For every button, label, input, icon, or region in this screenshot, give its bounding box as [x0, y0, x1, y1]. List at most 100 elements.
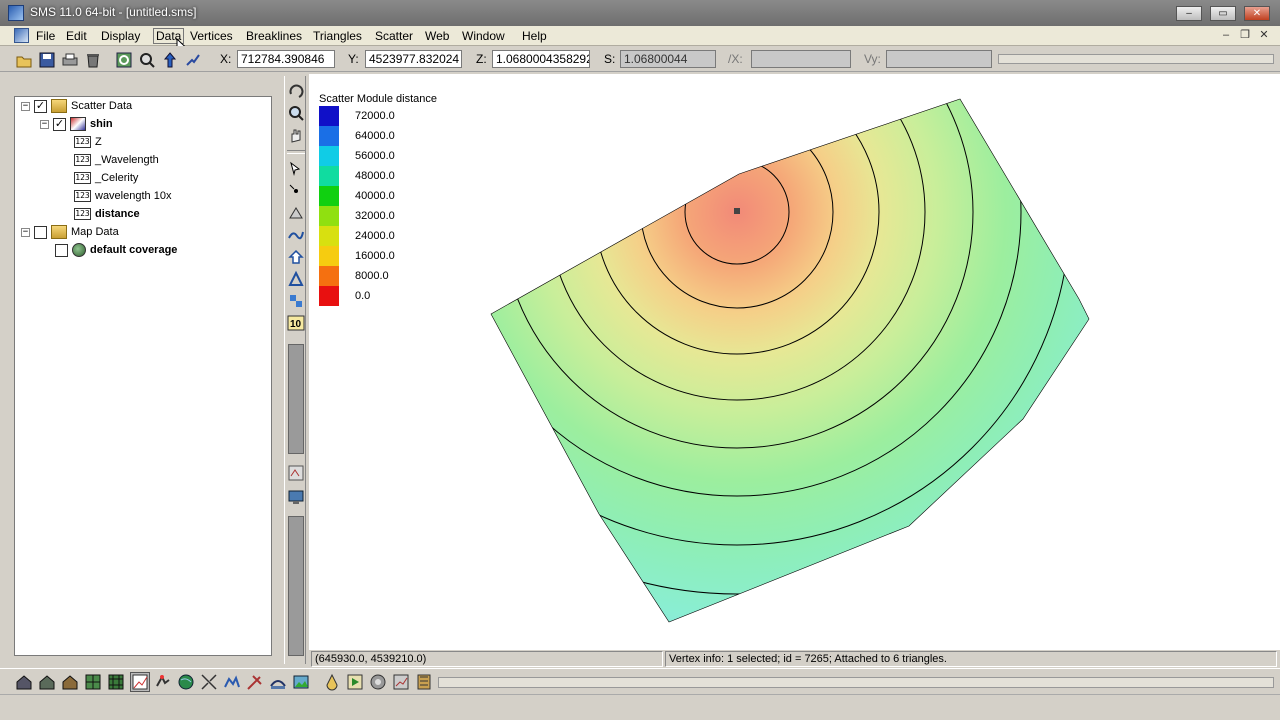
cartesian-grid-icon[interactable]	[83, 672, 103, 692]
palette-scroll-track-lower[interactable]	[288, 516, 304, 656]
grid-module-icon[interactable]	[37, 672, 57, 692]
minimize-button[interactable]: –	[1176, 6, 1202, 21]
tree-scatter-data[interactable]: − ✓ Scatter Data	[21, 97, 132, 115]
menu-edit[interactable]: Edit	[66, 29, 87, 43]
legend-title: Scatter Module distance	[319, 93, 437, 105]
map-data-checkbox[interactable]	[34, 225, 47, 239]
run-model-icon[interactable]	[345, 672, 365, 692]
close-button[interactable]: ✕	[1244, 6, 1270, 21]
model-control-icon[interactable]	[322, 672, 342, 692]
dataset-icon: 123	[74, 172, 91, 184]
cross-section-icon[interactable]	[268, 672, 288, 692]
dx-field[interactable]	[751, 50, 851, 68]
menu-help[interactable]: Help	[522, 29, 547, 43]
palette-scroll-track[interactable]	[288, 344, 304, 454]
module-toolbar	[0, 668, 1280, 694]
collapse-toggle[interactable]: −	[40, 119, 49, 129]
z-label: Z:	[476, 52, 487, 66]
ugrid-module-icon[interactable]	[222, 672, 242, 692]
steering-icon[interactable]	[368, 672, 388, 692]
quadtree-icon[interactable]	[106, 672, 126, 692]
tree-label: _Celerity	[95, 172, 139, 184]
plot-wizard-icon[interactable]	[391, 672, 411, 692]
contour-icon[interactable]	[287, 292, 305, 310]
open-icon[interactable]	[14, 50, 32, 68]
zoom-icon[interactable]	[287, 104, 305, 122]
z-coordinate-field[interactable]: 1.0680004358292	[492, 50, 590, 68]
triangle-icon[interactable]	[287, 270, 305, 288]
selected-vertex-marker[interactable]	[734, 208, 740, 214]
s-value-field[interactable]: 1.06800044	[620, 50, 716, 68]
collapse-toggle[interactable]: −	[21, 227, 30, 237]
shin-checkbox[interactable]: ✓	[53, 117, 66, 131]
info-icon[interactable]	[287, 488, 305, 506]
dy-field[interactable]	[886, 50, 992, 68]
tree-dataset-wavelength[interactable]: 123 _Wavelength	[74, 151, 159, 169]
panel-splitter[interactable]	[276, 76, 282, 664]
tree-label: Map Data	[71, 226, 119, 238]
save-icon[interactable]	[37, 50, 55, 68]
x-coordinate-field[interactable]: 712784.390846	[237, 50, 335, 68]
breakline-icon[interactable]	[287, 226, 305, 244]
menu-breaklines[interactable]: Breaklines	[246, 29, 302, 43]
tree-dataset-wavelength10x[interactable]: 123 wavelength 10x	[74, 187, 171, 205]
graphics-window[interactable]: Scatter Module distance 72000.0 64000.0 56…	[309, 74, 1280, 650]
scatter-data-checkbox[interactable]: ✓	[34, 99, 47, 113]
menu-triangles[interactable]: Triangles	[313, 29, 362, 43]
menu-display[interactable]: Display	[101, 29, 140, 43]
pan-hand-icon[interactable]	[287, 126, 305, 144]
cursor-coordinates: (645930.0, 4539210.0)	[311, 651, 663, 667]
legend-label: 40000.0	[355, 190, 395, 202]
mdi-restore-button[interactable]: ❐	[1237, 28, 1253, 43]
annotation-module-icon[interactable]	[245, 672, 265, 692]
window-title: SMS 11.0 64-bit - [untitled.sms]	[30, 5, 197, 19]
maximize-button[interactable]: ▭	[1210, 6, 1236, 21]
tree-dataset-distance[interactable]: 123 distance	[74, 205, 140, 223]
tree-dataset-z[interactable]: 123 Z	[74, 133, 102, 151]
tree-label: wavelength 10x	[95, 190, 172, 202]
get-data-icon[interactable]	[160, 50, 178, 68]
menu-window[interactable]: Window	[462, 29, 505, 43]
contour-label-icon[interactable]: 10	[287, 314, 305, 332]
y-coordinate-field[interactable]: 4523977.832024	[365, 50, 462, 68]
delete-icon[interactable]	[83, 50, 101, 68]
menu-vertices[interactable]: Vertices	[190, 29, 233, 43]
mesh-surface[interactable]	[490, 98, 1090, 623]
coverage-checkbox[interactable]	[55, 243, 68, 257]
legend-label: 8000.0	[355, 270, 389, 282]
display-options-icon[interactable]	[287, 464, 305, 482]
mdi-close-button[interactable]: ✕	[1256, 28, 1272, 43]
pan-icon[interactable]	[183, 50, 201, 68]
menu-web[interactable]: Web	[425, 29, 449, 43]
create-vertex-icon[interactable]	[287, 182, 305, 200]
scatter-active-icon[interactable]	[130, 672, 150, 692]
menu-scatter[interactable]: Scatter	[375, 29, 413, 43]
map-module-icon[interactable]	[153, 672, 173, 692]
particle-module-icon[interactable]	[199, 672, 219, 692]
mesh-module-icon[interactable]	[14, 672, 34, 692]
menu-file[interactable]: File	[36, 29, 55, 43]
dx-label: /X:	[728, 52, 743, 66]
scatter-module-icon[interactable]	[60, 672, 80, 692]
legend-label: 48000.0	[355, 170, 395, 182]
select-vertex-icon[interactable]	[287, 160, 305, 178]
document-icon[interactable]	[14, 28, 29, 43]
create-breakline-icon[interactable]	[287, 248, 305, 266]
refresh-icon[interactable]	[114, 50, 132, 68]
image-module-icon[interactable]	[291, 672, 311, 692]
tree-map-data[interactable]: − Map Data	[21, 223, 119, 241]
mdi-minimize-button[interactable]: –	[1218, 28, 1234, 43]
print-icon[interactable]	[60, 50, 78, 68]
tree-default-coverage[interactable]: default coverage	[55, 241, 177, 259]
zoom-frame-icon[interactable]	[137, 50, 155, 68]
contour-plot[interactable]: Scatter Module distance 72000.0 64000.0 56…	[309, 74, 1280, 650]
rotate-icon[interactable]	[287, 82, 305, 100]
gis-module-icon[interactable]	[176, 672, 196, 692]
tree-dataset-celerity[interactable]: 123 _Celerity	[74, 169, 138, 187]
collapse-toggle[interactable]: −	[21, 101, 30, 111]
select-triangle-icon[interactable]	[287, 204, 305, 222]
tree-shin[interactable]: − ✓ shin	[40, 115, 113, 133]
film-loop-icon[interactable]	[414, 672, 434, 692]
scatter-set-icon	[70, 117, 86, 131]
legend-swatch	[319, 166, 339, 186]
